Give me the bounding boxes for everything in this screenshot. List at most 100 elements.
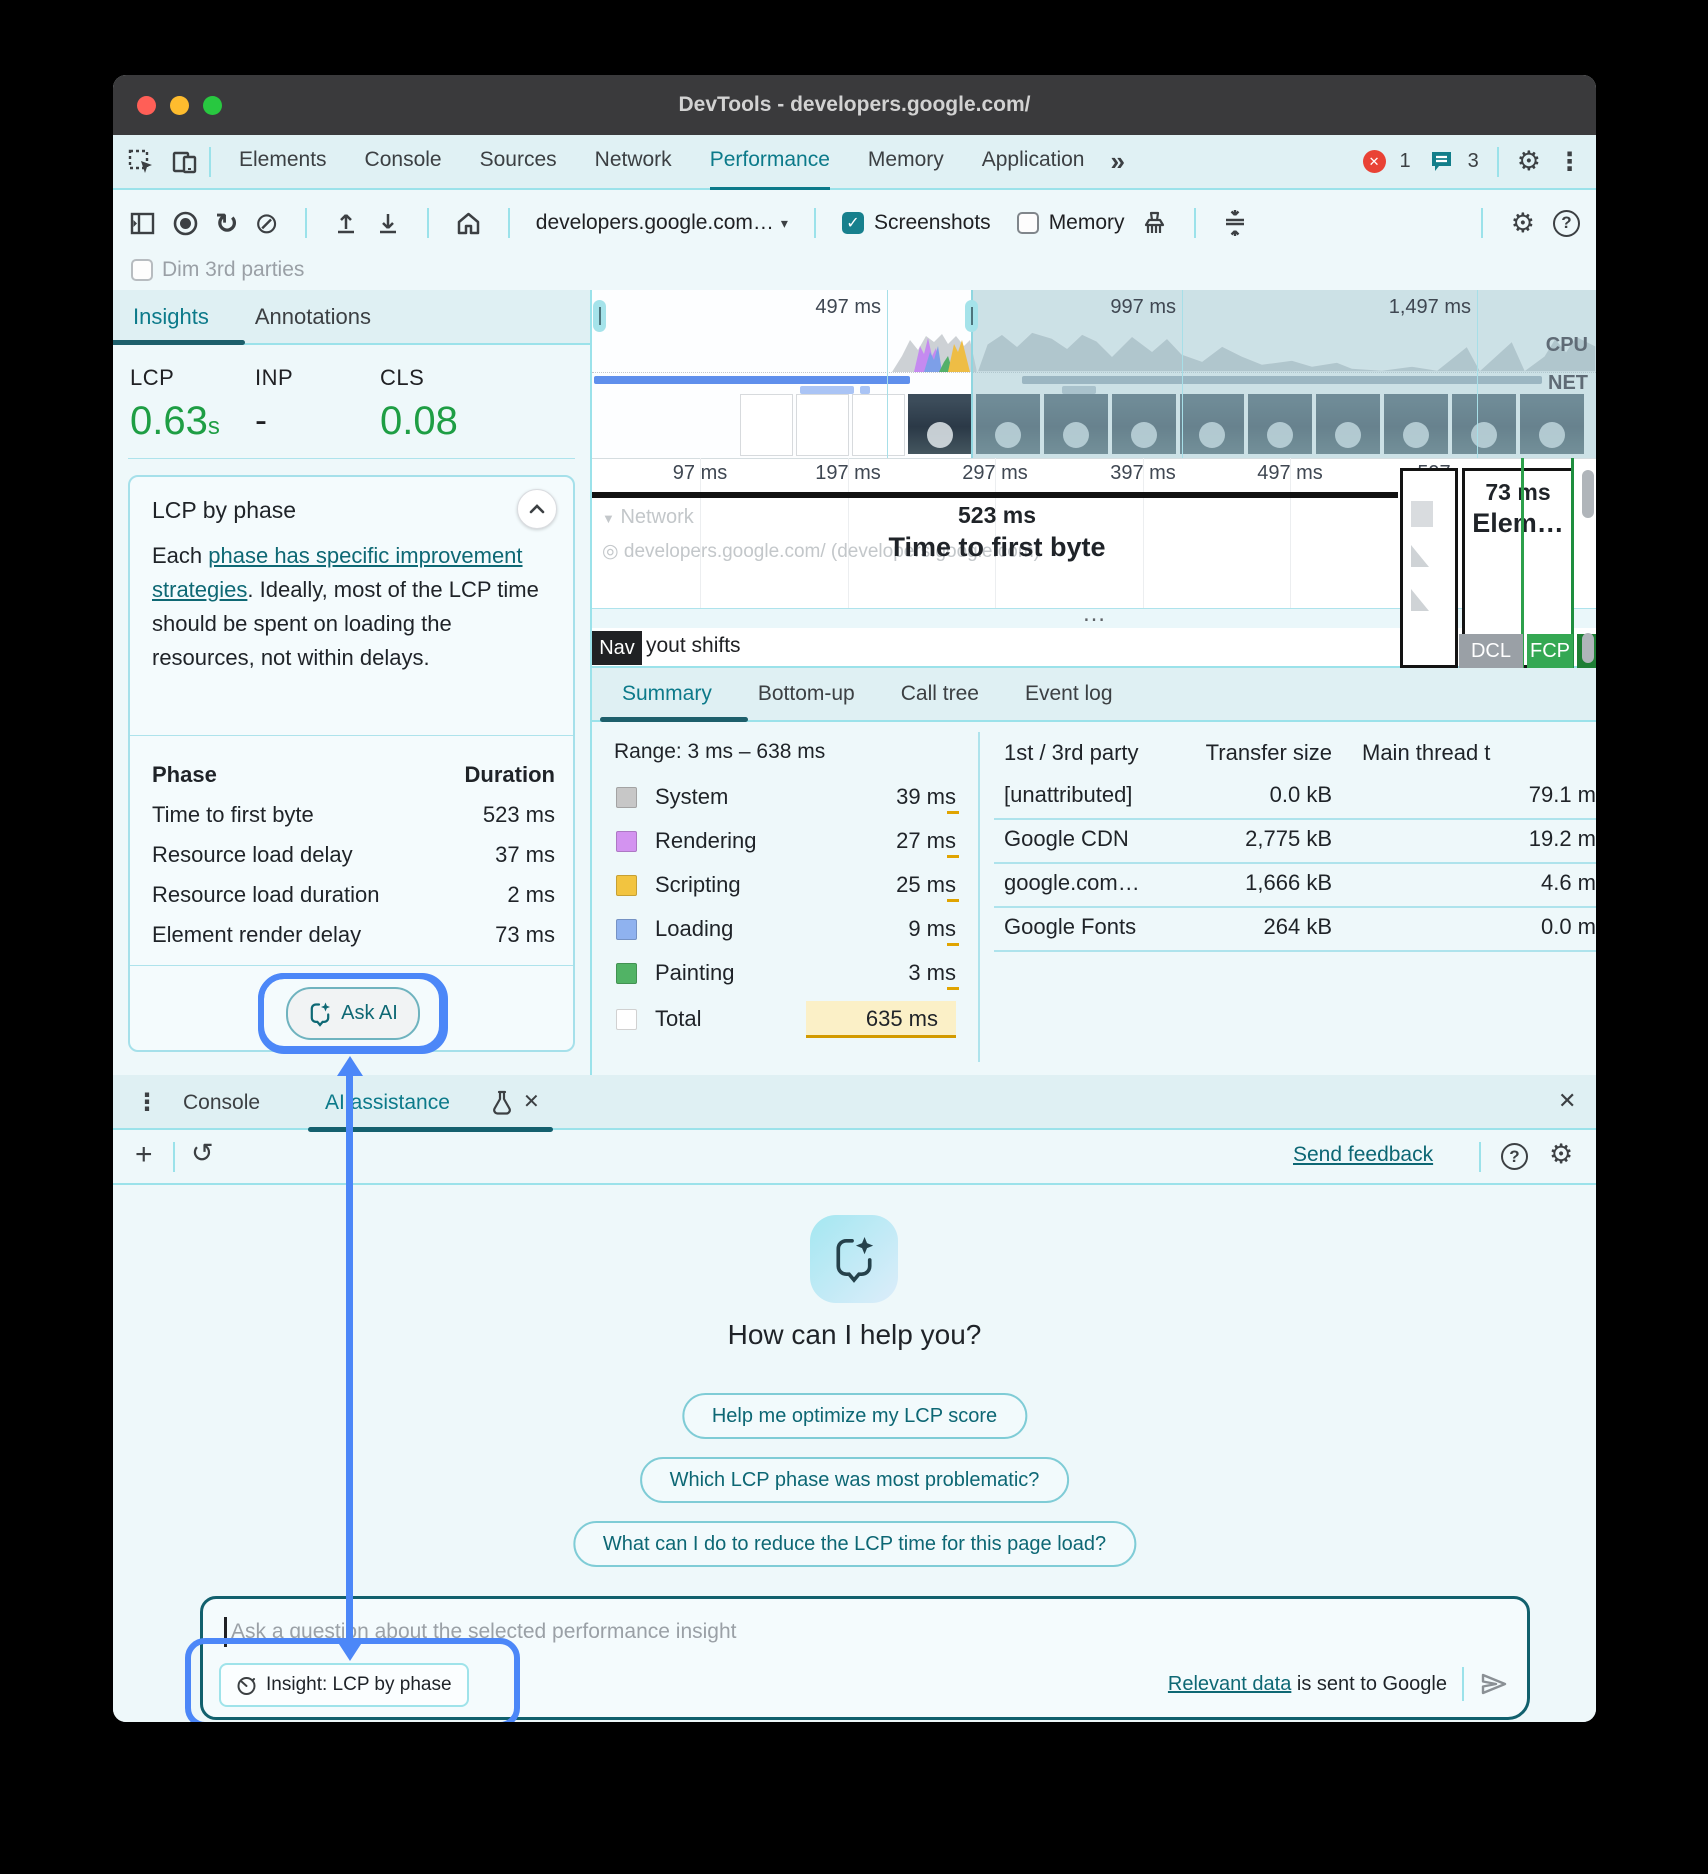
table-row[interactable]: [unattributed] 0.0 kB 79.1 m <box>994 774 1596 820</box>
collapse-tracks-icon[interactable] <box>1222 209 1248 237</box>
ai-settings-gear-icon[interactable]: ⚙ <box>1549 1139 1573 1170</box>
table-row: Element render delay73 ms <box>152 915 555 955</box>
cpu-track-label: CPU <box>1546 334 1588 357</box>
upload-profile-icon[interactable] <box>333 210 359 236</box>
divider <box>173 1142 175 1172</box>
lcp-value: 0.63s <box>130 399 220 444</box>
scrollbar-thumb[interactable] <box>1582 633 1594 663</box>
scrollbar-thumb[interactable] <box>1582 470 1594 518</box>
inspect-icon[interactable] <box>127 148 155 176</box>
memory-checkbox[interactable] <box>1017 212 1039 234</box>
tab-ai-assistance[interactable]: AI assistance <box>325 1075 450 1130</box>
zoom-window-button[interactable] <box>203 96 222 115</box>
suggestion-chip[interactable]: What can I do to reduce the LCP time for… <box>573 1521 1136 1567</box>
filmstrip-thumbnail <box>796 394 849 456</box>
cls-label: CLS <box>380 365 458 391</box>
tab-network[interactable]: Network <box>595 134 672 187</box>
tab-summary[interactable]: Summary <box>622 682 712 706</box>
tab-application[interactable]: Application <box>982 134 1085 187</box>
ai-greeting: How can I help you? <box>113 1319 1596 1351</box>
toggle-sidebar-icon[interactable] <box>129 210 156 237</box>
more-tabs-icon[interactable]: » <box>1110 146 1124 177</box>
party-table: 1st / 3rd party Transfer size Main threa… <box>994 722 1596 1075</box>
close-window-button[interactable] <box>137 96 156 115</box>
sidebar-tabs: Insights Annotations <box>113 290 590 345</box>
network-bar <box>800 386 854 394</box>
tab-console[interactable]: Console <box>365 134 442 187</box>
annotation-arrow-line <box>346 1074 353 1646</box>
error-badge-icon[interactable]: ✕ <box>1363 150 1386 173</box>
range-label: Range: 3 ms – 638 ms <box>614 740 825 764</box>
origin-select[interactable]: developers.google.com… ▾ <box>536 211 788 235</box>
suggestion-chip[interactable]: Which LCP phase was most problematic? <box>640 1457 1070 1503</box>
tab-drawer-console[interactable]: Console <box>183 1075 260 1130</box>
divider <box>130 965 573 966</box>
relevant-data-link[interactable]: Relevant data <box>1168 1673 1291 1695</box>
ruler-tick: 497 ms <box>1257 462 1323 485</box>
table-row[interactable]: google.com… 1,666 kB 4.6 m <box>994 862 1596 908</box>
panel-settings-gear-icon[interactable]: ⚙ <box>1511 208 1535 239</box>
category-row: Scripting 25 ms <box>616 866 956 904</box>
home-icon[interactable] <box>455 210 482 237</box>
selection-handle-left[interactable] <box>593 300 606 332</box>
clear-icon[interactable]: ⊘ <box>254 206 278 241</box>
gridline <box>887 290 888 458</box>
screenshots-checkbox[interactable]: ✓ <box>842 212 864 234</box>
help-icon[interactable]: ? <box>1553 210 1580 237</box>
tab-insights[interactable]: Insights <box>133 304 209 330</box>
issues-count: 3 <box>1468 150 1479 173</box>
history-icon[interactable]: ↺ <box>191 1138 214 1169</box>
tab-bottom-up[interactable]: Bottom-up <box>758 682 855 706</box>
issues-icon[interactable] <box>1429 150 1454 173</box>
suggestion-chip[interactable]: Help me optimize my LCP score <box>682 1393 1027 1439</box>
tab-memory[interactable]: Memory <box>868 134 944 187</box>
ai-help-icon[interactable]: ? <box>1501 1143 1528 1170</box>
table-row[interactable]: Google CDN 2,775 kB 19.2 m <box>994 818 1596 864</box>
dcl-badge: DCL <box>1459 634 1523 668</box>
elem-label: Elem… <box>1465 508 1571 539</box>
device-toolbar-icon[interactable] <box>171 148 199 176</box>
record-icon[interactable] <box>172 210 199 237</box>
send-feedback-link[interactable]: Send feedback <box>1293 1143 1433 1167</box>
close-drawer-icon[interactable]: ✕ <box>1558 1088 1576 1114</box>
rendering-swatch <box>616 831 637 852</box>
send-icon[interactable] <box>1479 1671 1509 1697</box>
reload-record-icon[interactable]: ↻ <box>215 207 238 240</box>
insights-sidebar: Insights Annotations LCP 0.63s INP - CLS… <box>113 290 592 1075</box>
selection-handle-right[interactable] <box>965 300 978 332</box>
category-row: Loading 9 ms <box>616 910 956 948</box>
tab-sources[interactable]: Sources <box>480 134 557 187</box>
dim-3rd-parties-label: Dim 3rd parties <box>162 258 304 282</box>
download-profile-icon[interactable] <box>375 210 401 236</box>
close-ai-tab-icon[interactable]: ✕ <box>523 1089 540 1114</box>
dim-3rd-parties-checkbox[interactable] <box>131 259 153 281</box>
settings-gear-icon[interactable]: ⚙ <box>1517 146 1541 177</box>
kebab-menu-icon[interactable]: ⋮ <box>1557 147 1582 177</box>
col-phase: Phase <box>152 762 217 788</box>
performance-toolbar: ↻ ⊘ developers.google.com… ▾ ✓ Screensho… <box>113 192 1596 254</box>
annotation-arrowhead-down <box>337 1641 363 1661</box>
party-header: 1st / 3rd party <box>1004 740 1139 766</box>
layout-shifts-label: yout shifts <box>646 634 741 658</box>
ai-assistance-logo <box>810 1215 898 1303</box>
gridline <box>1477 290 1478 458</box>
divider <box>1479 1142 1481 1172</box>
ttfb-label: Time to first byte <box>797 532 1197 563</box>
summary-panel: Range: 3 ms – 638 ms System 39 ms Render… <box>592 722 1596 1075</box>
tab-event-log[interactable]: Event log <box>1025 682 1113 706</box>
thread-header: Main thread t <box>1362 740 1596 766</box>
divider <box>1462 1667 1464 1701</box>
garbage-collect-icon[interactable] <box>1141 210 1168 237</box>
tab-annotations[interactable]: Annotations <box>255 304 371 330</box>
tab-elements[interactable]: Elements <box>239 134 327 187</box>
tab-call-tree[interactable]: Call tree <box>901 682 979 706</box>
metric-lcp: LCP 0.63s <box>130 365 220 444</box>
new-chat-icon[interactable]: + <box>135 1138 153 1172</box>
tab-performance[interactable]: Performance <box>710 134 830 190</box>
table-row[interactable]: Google Fonts 264 kB 0.0 m <box>994 906 1596 952</box>
drawer-kebab-icon[interactable]: ⋮ <box>135 1088 159 1117</box>
collapse-card-button[interactable] <box>517 489 557 529</box>
filmstrip-thumbnail <box>908 394 972 454</box>
minimize-window-button[interactable] <box>170 96 189 115</box>
timeline-overview[interactable]: 497 ms 997 ms 1,497 ms CPU NET <box>592 290 1596 459</box>
